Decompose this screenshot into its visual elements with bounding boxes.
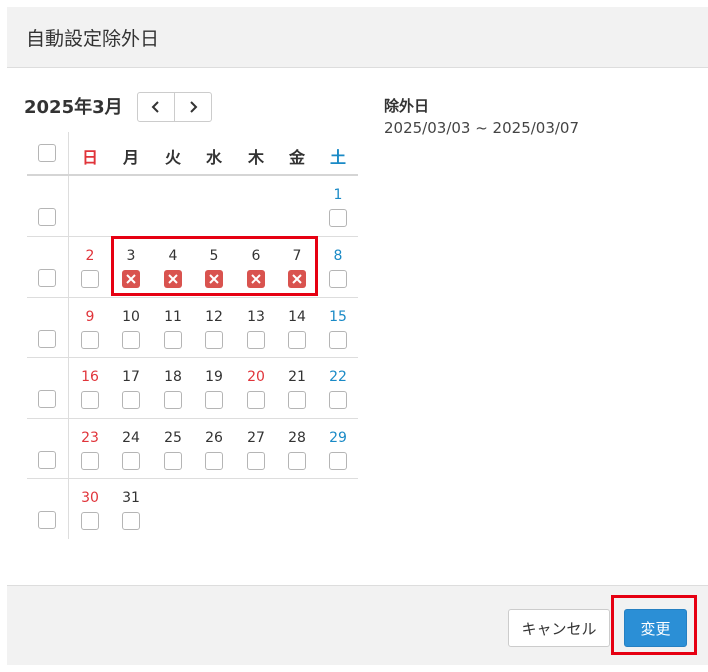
weekday-header: 月 — [122, 148, 139, 167]
day-number: 18 — [164, 369, 182, 385]
day-checkbox[interactable] — [247, 452, 265, 470]
day-checkbox[interactable] — [81, 452, 99, 470]
weekday-header: 火 — [164, 148, 181, 167]
excluded-range-highlight — [111, 236, 318, 296]
day-checkbox[interactable] — [329, 452, 347, 470]
day-checkbox[interactable] — [288, 391, 306, 409]
week-select-checkbox[interactable] — [38, 330, 56, 348]
day-checkbox[interactable] — [247, 331, 265, 349]
calendar-row-line — [27, 478, 358, 479]
day-number: 8 — [333, 248, 343, 264]
dialog-header: 自動設定除外日 — [7, 7, 708, 68]
day-number: 19 — [205, 369, 223, 385]
day-number: 25 — [164, 430, 182, 446]
prev-month-button[interactable] — [138, 93, 174, 121]
next-month-button[interactable] — [174, 93, 211, 121]
day-number: 21 — [288, 369, 306, 385]
day-number: 27 — [247, 430, 265, 446]
day-checkbox[interactable] — [205, 452, 223, 470]
day-number: 31 — [122, 490, 140, 506]
select-all-checkbox[interactable] — [38, 144, 56, 162]
day-number: 17 — [122, 369, 140, 385]
chevron-left-icon — [151, 101, 159, 113]
day-number: 11 — [164, 309, 182, 325]
day-number: 12 — [205, 309, 223, 325]
day-checkbox[interactable] — [247, 391, 265, 409]
day-number: 1 — [333, 187, 343, 203]
day-number: 28 — [288, 430, 306, 446]
day-checkbox[interactable] — [81, 391, 99, 409]
month-nav — [137, 92, 212, 122]
day-number: 20 — [247, 369, 265, 385]
day-number: 29 — [329, 430, 347, 446]
calendar-row-line — [27, 297, 358, 298]
calendar-row-line — [27, 418, 358, 419]
day-checkbox[interactable] — [288, 452, 306, 470]
day-checkbox[interactable] — [329, 270, 347, 288]
day-number: 26 — [205, 430, 223, 446]
day-checkbox[interactable] — [205, 391, 223, 409]
week-select-checkbox[interactable] — [38, 269, 56, 287]
day-number: 23 — [81, 430, 99, 446]
day-checkbox[interactable] — [288, 331, 306, 349]
cancel-button[interactable]: キャンセル — [508, 609, 610, 647]
day-number: 22 — [329, 369, 347, 385]
calendar-row-line — [27, 357, 358, 358]
exclusion-range: 2025/03/03 ~ 2025/03/07 — [384, 119, 580, 137]
weekday-header: 金 — [288, 148, 305, 167]
day-number: 14 — [288, 309, 306, 325]
day-checkbox[interactable] — [122, 452, 140, 470]
day-checkbox[interactable] — [164, 391, 182, 409]
day-checkbox[interactable] — [329, 391, 347, 409]
submit-button[interactable]: 変更 — [624, 609, 687, 647]
weekday-header: 水 — [205, 148, 222, 167]
dialog-title: 自動設定除外日 — [26, 28, 160, 50]
day-checkbox[interactable] — [81, 331, 99, 349]
day-checkbox[interactable] — [81, 512, 99, 530]
weekday-header: 日 — [81, 148, 98, 167]
day-checkbox[interactable] — [122, 512, 140, 530]
week-select-checkbox[interactable] — [38, 451, 56, 469]
day-checkbox[interactable] — [81, 270, 99, 288]
day-checkbox[interactable] — [164, 331, 182, 349]
weekday-header: 木 — [247, 148, 264, 167]
day-number: 24 — [122, 430, 140, 446]
week-select-checkbox[interactable] — [38, 511, 56, 529]
day-checkbox[interactable] — [205, 331, 223, 349]
day-checkbox[interactable] — [329, 209, 347, 227]
calendar-month-label: 2025年3月 — [24, 97, 123, 118]
week-select-checkbox[interactable] — [38, 390, 56, 408]
day-number: 16 — [81, 369, 99, 385]
day-number: 30 — [81, 490, 99, 506]
day-checkbox[interactable] — [164, 452, 182, 470]
day-number: 9 — [85, 309, 95, 325]
day-number: 15 — [329, 309, 347, 325]
day-number: 2 — [85, 248, 95, 264]
chevron-right-icon — [190, 101, 198, 113]
day-checkbox[interactable] — [122, 391, 140, 409]
day-checkbox[interactable] — [122, 331, 140, 349]
day-number: 13 — [247, 309, 265, 325]
weekday-header: 土 — [329, 148, 346, 167]
week-select-checkbox[interactable] — [38, 208, 56, 226]
calendar-header-line — [27, 174, 358, 176]
exclusion-title: 除外日 — [384, 97, 430, 115]
day-checkbox[interactable] — [329, 331, 347, 349]
day-number: 10 — [122, 309, 140, 325]
